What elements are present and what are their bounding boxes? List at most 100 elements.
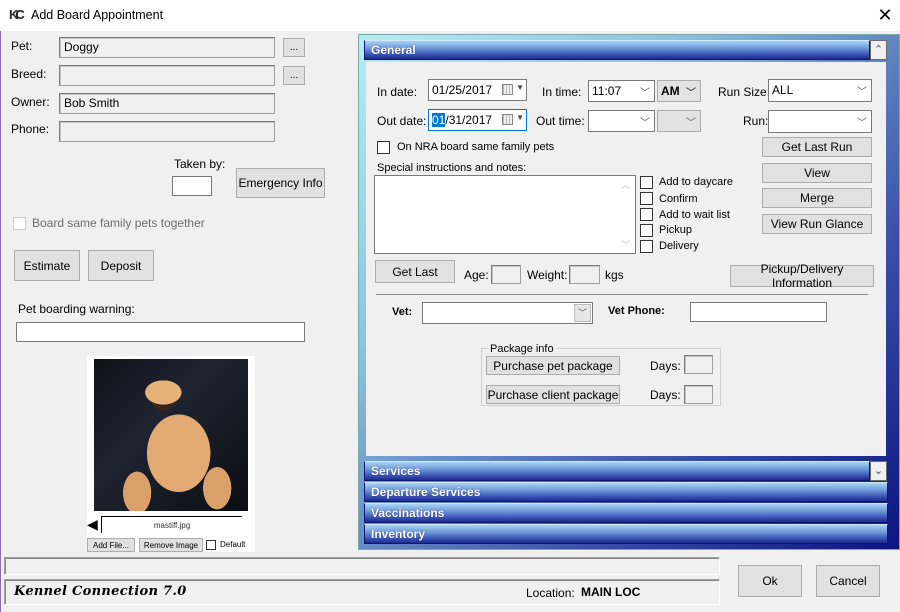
in-time-value: 11:07 [592, 84, 622, 98]
collapse-general-icon[interactable]: ⌃ [870, 40, 887, 60]
in-date-value: 01/25/2017 [432, 83, 493, 97]
section-header-inventory[interactable]: Inventory [364, 524, 888, 544]
in-ampm-select[interactable]: AM ﹀ [657, 80, 701, 102]
calendar-icon [502, 84, 513, 95]
breed-browse-button[interactable]: ... [283, 66, 305, 85]
section-header-vaccinations[interactable]: Vaccinations [364, 503, 888, 523]
emergency-info-button[interactable]: Emergency Info [236, 168, 325, 198]
cancel-button[interactable]: Cancel [816, 565, 880, 597]
out-time-select[interactable]: ﹀ [588, 110, 655, 132]
default-image-label: Default [220, 540, 246, 549]
age-label: Age: [464, 268, 489, 282]
pickup-checkbox[interactable] [640, 224, 653, 237]
breed-label: Breed: [11, 67, 47, 81]
in-time-label: In time: [542, 85, 582, 99]
taken-by-input[interactable] [172, 176, 212, 196]
pet-label: Pet: [11, 39, 33, 53]
pet-browse-button[interactable]: ... [283, 38, 305, 57]
section-header-general[interactable]: General [364, 40, 870, 60]
chevron-down-icon: ▼ [516, 83, 524, 92]
breed-field[interactable] [59, 65, 275, 86]
nra-checkbox[interactable] [377, 141, 390, 154]
remove-image-button[interactable]: Remove Image [139, 538, 203, 552]
run-label: Run: [743, 114, 769, 128]
divider [376, 294, 868, 295]
chevron-down-icon: ﹀ [857, 87, 867, 98]
get-last-run-button[interactable]: Get Last Run [762, 137, 872, 157]
default-image-checkbox[interactable] [206, 540, 216, 550]
warning-input[interactable] [16, 322, 305, 342]
pet-photo [94, 359, 248, 511]
view-run-glance-button[interactable]: View Run Glance [762, 214, 872, 234]
pet-days-field[interactable] [684, 355, 713, 374]
expand-services-icon[interactable]: ⌄ [870, 461, 887, 481]
run-size-value: ALL [772, 83, 794, 97]
purchase-client-package-button[interactable]: Purchase client package [486, 385, 620, 404]
view-button[interactable]: View [762, 163, 872, 183]
taken-by-label: Taken by: [174, 157, 226, 171]
vet-label: Vet: [392, 306, 413, 318]
client-days-field[interactable] [684, 385, 713, 404]
pet-field[interactable]: Doggy [59, 37, 275, 58]
merge-button[interactable]: Merge [762, 188, 872, 208]
section-header-departure-services[interactable]: Departure Services [364, 482, 888, 502]
delivery-label: Delivery [659, 240, 699, 252]
phone-label: Phone: [11, 122, 50, 136]
add-to-wait-list-label: Add to wait list [659, 209, 730, 221]
chevron-down-icon: ﹀ [686, 118, 696, 129]
chevron-down-icon[interactable]: ﹀ [574, 304, 591, 322]
board-family-checkbox[interactable] [13, 217, 26, 230]
scroll-up-icon[interactable]: ︿ [621, 178, 630, 191]
confirm-checkbox[interactable] [640, 192, 653, 205]
phone-field[interactable] [59, 121, 275, 142]
ok-button[interactable]: Ok [738, 565, 802, 597]
out-date-picker[interactable]: 01/31/2017 ▼ [428, 109, 527, 131]
age-field[interactable] [491, 265, 521, 284]
chevron-down-icon: ▼ [516, 113, 524, 122]
in-time-select[interactable]: 11:07 ﹀ [588, 80, 655, 102]
scroll-down-icon[interactable]: ﹀ [621, 238, 630, 251]
image-filename: mastiff.jpg [101, 516, 242, 533]
out-date-month-selected: 01 [432, 113, 446, 127]
out-ampm-select[interactable]: ﹀ [657, 110, 701, 132]
section-header-services[interactable]: Services [364, 461, 870, 481]
run-size-select[interactable]: ALL ﹀ [768, 79, 872, 102]
out-date-label: Out date: [377, 114, 427, 128]
in-date-picker[interactable]: 01/25/2017 ▼ [428, 79, 527, 101]
add-to-daycare-checkbox[interactable] [640, 176, 653, 189]
run-select[interactable]: ﹀ [768, 110, 872, 133]
add-file-button[interactable]: Add File... [87, 538, 135, 552]
status-bar-top [4, 557, 720, 575]
in-date-label: In date: [377, 85, 418, 99]
kc-logo-icon: KC [9, 7, 27, 23]
location-value: MAIN LOC [581, 585, 641, 599]
pickup-delivery-info-button[interactable]: Pickup/Delivery Information [730, 262, 874, 290]
prev-image-icon[interactable]: ◀ [87, 516, 101, 532]
get-last-button[interactable]: Get Last [375, 260, 455, 283]
vet-phone-input[interactable] [690, 302, 827, 322]
window-title: Add Board Appointment [31, 8, 164, 22]
vet-select[interactable]: ﹀ [422, 302, 593, 324]
out-date-rest: /31/2017 [445, 113, 493, 127]
run-size-label: Run Size: [718, 85, 771, 99]
notes-textarea[interactable] [374, 175, 636, 254]
weight-field[interactable] [569, 265, 600, 284]
pickup-label: Pickup [659, 224, 693, 236]
estimate-button[interactable]: Estimate [14, 250, 80, 281]
close-icon[interactable]: ✕ [872, 4, 898, 26]
in-ampm-value: AM [661, 84, 680, 98]
package-info-legend: Package info [488, 343, 556, 355]
owner-label: Owner: [11, 95, 50, 109]
delivery-checkbox[interactable] [640, 240, 653, 253]
deposit-button[interactable]: Deposit [88, 250, 154, 281]
brand-label: Kennel Connection 7.0 [14, 584, 187, 599]
window-border [0, 31, 1, 612]
purchase-pet-package-button[interactable]: Purchase pet package [486, 356, 620, 375]
chevron-down-icon: ﹀ [640, 118, 650, 129]
chevron-down-icon: ﹀ [640, 88, 650, 99]
calendar-icon [502, 114, 513, 125]
add-to-daycare-label: Add to daycare [659, 176, 733, 188]
weight-unit-label: kgs [605, 268, 624, 282]
add-to-wait-list-checkbox[interactable] [640, 208, 653, 221]
owner-field[interactable]: Bob Smith [59, 93, 275, 114]
